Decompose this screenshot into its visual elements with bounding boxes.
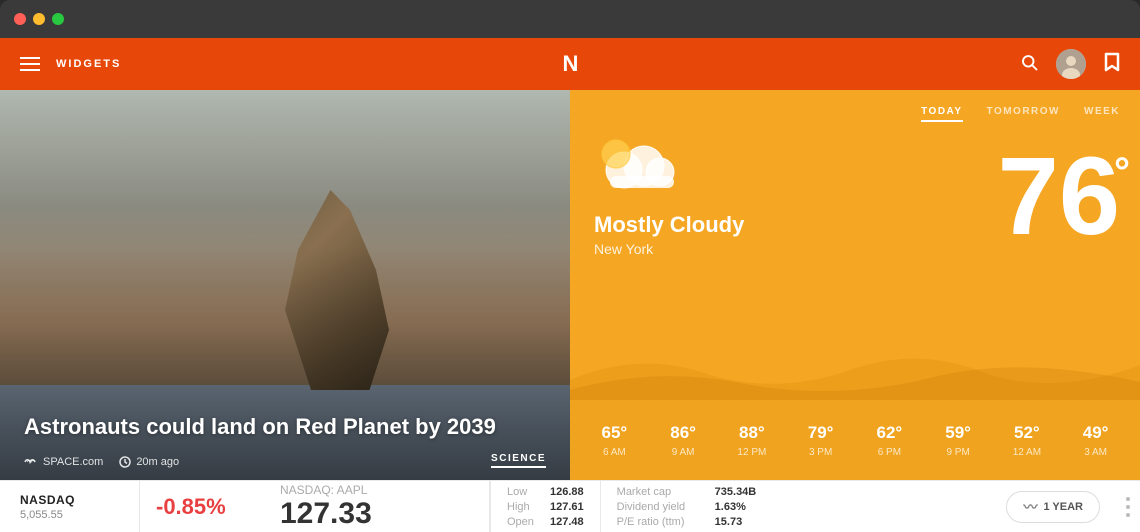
- source-label: SPACE.com: [43, 456, 103, 468]
- time-label: 20m ago: [136, 456, 179, 468]
- traffic-lights: [14, 13, 64, 25]
- weather-wave: [570, 340, 1140, 400]
- stat-row: High 127.61: [507, 501, 584, 513]
- hour-label: 9 PM: [946, 447, 969, 458]
- hour-item: 65° 6 AM: [580, 423, 649, 458]
- stat-val: 735.34B: [715, 486, 757, 498]
- hour-temp: 52°: [1014, 423, 1040, 443]
- hour-label: 6 AM: [603, 447, 626, 458]
- aapl-section: NASDAQ: AAPL 127.33: [260, 481, 490, 532]
- hour-label: 3 PM: [809, 447, 832, 458]
- stat-val: 127.48: [550, 516, 584, 528]
- news-time: 20m ago: [119, 456, 179, 468]
- stat-val: 126.88: [550, 486, 584, 498]
- weather-condition: Mostly Cloudy: [594, 213, 998, 237]
- chart-mini-icon: 〰: [1023, 497, 1037, 517]
- nav-logo: N: [563, 51, 578, 77]
- hour-item: 52° 12 AM: [993, 423, 1062, 458]
- bookmark-icon[interactable]: [1104, 52, 1120, 77]
- ticker-bar: NASDAQ 5,055.55 -0.85% NASDAQ: AAPL 127.…: [0, 480, 1140, 532]
- chart-period-label: 1 YEAR: [1043, 501, 1083, 513]
- stats-right: Market cap 735.34B Dividend yield 1.63% P/E …: [600, 481, 773, 532]
- hour-temp: 62°: [877, 423, 903, 443]
- news-category: SCIENCE: [491, 453, 546, 468]
- hour-label: 3 AM: [1084, 447, 1107, 458]
- stat-val: 15.73: [715, 516, 743, 528]
- weather-left: Mostly Cloudy New York: [594, 132, 998, 257]
- hour-label: 12 PM: [737, 447, 766, 458]
- option-dot-1: [1126, 497, 1130, 501]
- tab-week[interactable]: WEEK: [1084, 106, 1120, 122]
- hour-item: 86° 9 AM: [649, 423, 718, 458]
- stat-key: High: [507, 501, 542, 513]
- stat-key: Low: [507, 486, 542, 498]
- navbar: WIDGETS N: [0, 38, 1140, 90]
- hour-label: 12 AM: [1013, 447, 1041, 458]
- tab-today[interactable]: TODAY: [921, 106, 962, 122]
- news-meta: SPACE.com 20m ago: [24, 456, 179, 468]
- hour-item: 62° 6 PM: [855, 423, 924, 458]
- chart-period-button[interactable]: 〰 1 YEAR: [1006, 491, 1100, 523]
- news-panel: Astronauts could land on Red Planet by 2…: [0, 90, 570, 480]
- nasdaq-value: 5,055.55: [20, 509, 119, 521]
- nav-right-icons: [1020, 49, 1120, 79]
- hour-temp: 88°: [739, 423, 765, 443]
- nasdaq-section: NASDAQ 5,055.55: [0, 481, 140, 532]
- traffic-light-close[interactable]: [14, 13, 26, 25]
- avatar[interactable]: [1056, 49, 1086, 79]
- stat-val: 1.63%: [715, 501, 746, 513]
- nasdaq-label: NASDAQ: [20, 493, 119, 507]
- hour-label: 6 PM: [878, 447, 901, 458]
- hour-temp: 86°: [670, 423, 696, 443]
- hour-label: 9 AM: [672, 447, 695, 458]
- weather-city: New York: [594, 241, 998, 257]
- hourly-forecast: 65° 6 AM 86° 9 AM 88° 12 PM 79° 3 PM 62° 6 PM 59° 9…: [570, 400, 1140, 480]
- hour-temp: 79°: [808, 423, 834, 443]
- aapl-label: NASDAQ: AAPL: [280, 483, 469, 497]
- hour-temp: 65°: [602, 423, 628, 443]
- hour-item: 88° 12 PM: [718, 423, 787, 458]
- traffic-light-minimize[interactable]: [33, 13, 45, 25]
- option-dot-2: [1126, 505, 1130, 509]
- cloud-icon: [594, 132, 684, 192]
- chart-section: 〰 1 YEAR: [990, 491, 1116, 523]
- weather-panel: TODAY TOMORROW WEEK Mostly Cloudy New Yo…: [570, 90, 1140, 480]
- stat-val: 127.61: [550, 501, 584, 513]
- stat-key: Dividend yield: [617, 501, 707, 513]
- hour-temp: 49°: [1083, 423, 1109, 443]
- stats-left: Low 126.88 High 127.61 Open 127.48: [490, 481, 600, 532]
- main-content: Astronauts could land on Red Planet by 2…: [0, 90, 1140, 480]
- traffic-light-fullscreen[interactable]: [52, 13, 64, 25]
- stat-key: P/E ratio (ttm): [617, 516, 707, 528]
- stat-key: Open: [507, 516, 542, 528]
- weather-temperature: 76°: [998, 132, 1120, 252]
- weather-tabs: TODAY TOMORROW WEEK: [570, 90, 1140, 122]
- stat-key: Market cap: [617, 486, 707, 498]
- news-source: SPACE.com: [24, 456, 103, 468]
- stat-row: Dividend yield 1.63%: [617, 501, 757, 513]
- nasdaq-change: -0.85%: [140, 494, 260, 520]
- hour-temp: 59°: [945, 423, 971, 443]
- stat-row: Low 126.88: [507, 486, 584, 498]
- search-icon[interactable]: [1020, 53, 1038, 76]
- weather-main: Mostly Cloudy New York 76°: [570, 122, 1140, 257]
- stat-row: Open 127.48: [507, 516, 584, 528]
- titlebar: [0, 0, 1140, 38]
- hamburger-menu[interactable]: [20, 57, 40, 71]
- hour-item: 79° 3 PM: [786, 423, 855, 458]
- news-headline: Astronauts could land on Red Planet by 2…: [24, 413, 546, 441]
- tab-tomorrow[interactable]: TOMORROW: [987, 106, 1060, 122]
- ticker-options[interactable]: [1116, 497, 1140, 517]
- stat-row: P/E ratio (ttm) 15.73: [617, 516, 757, 528]
- aapl-price: 127.33: [280, 497, 469, 530]
- hour-item: 59° 9 PM: [924, 423, 993, 458]
- brand-label: WIDGETS: [56, 58, 121, 70]
- option-dot-3: [1126, 513, 1130, 517]
- hour-item: 49° 3 AM: [1061, 423, 1130, 458]
- degree-symbol: °: [1114, 152, 1130, 192]
- stat-row: Market cap 735.34B: [617, 486, 757, 498]
